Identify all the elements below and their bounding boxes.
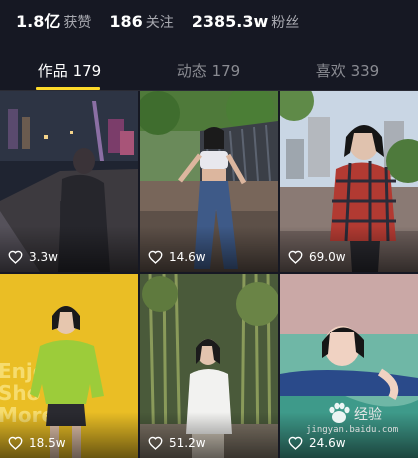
like-count-text: 18.5w bbox=[29, 436, 66, 450]
video-like-count: 3.3w bbox=[8, 250, 58, 264]
like-count-text: 51.2w bbox=[169, 436, 206, 450]
like-count-text: 14.6w bbox=[169, 250, 206, 264]
followers-stat[interactable]: 2385.3w 粉丝 bbox=[192, 12, 300, 32]
video-like-count: 18.5w bbox=[8, 436, 66, 450]
heart-icon bbox=[288, 436, 303, 450]
like-count-text: 24.6w bbox=[309, 436, 346, 450]
video-thumbnail[interactable]: Enjo Sho More 18.5w bbox=[0, 274, 138, 458]
followers-count: 2385.3w bbox=[191, 12, 269, 31]
tab-works[interactable]: 作品 179 bbox=[0, 60, 139, 81]
like-count-text: 69.0w bbox=[309, 250, 346, 264]
thumbnail-shade bbox=[0, 226, 138, 272]
profile-stats: 1.8亿 获赞 186 关注 2385.3w 粉丝 bbox=[16, 8, 317, 32]
like-count-text: 3.3w bbox=[29, 250, 58, 264]
tab-moments[interactable]: 动态 179 bbox=[139, 60, 278, 81]
following-stat[interactable]: 186 关注 bbox=[109, 12, 173, 32]
heart-icon bbox=[148, 436, 163, 450]
tab-liked[interactable]: 喜欢 339 bbox=[278, 60, 417, 81]
video-like-count: 24.6w bbox=[288, 436, 346, 450]
thumbnail-shade bbox=[280, 226, 418, 272]
following-label: 关注 bbox=[145, 15, 174, 31]
video-like-count: 14.6w bbox=[148, 250, 206, 264]
baidu-paw-logo bbox=[329, 402, 350, 423]
watermark-url: jingyan.baidu.com bbox=[306, 425, 399, 435]
video-thumbnail[interactable]: 51.2w bbox=[140, 274, 278, 458]
likes-count: 1.8亿 bbox=[16, 12, 61, 31]
heart-icon bbox=[288, 250, 303, 264]
thumbnail-shade bbox=[0, 412, 138, 458]
heart-icon bbox=[8, 436, 23, 450]
heart-icon bbox=[148, 250, 163, 264]
heart-icon bbox=[8, 250, 23, 264]
following-count: 186 bbox=[109, 12, 143, 31]
video-like-count: 69.0w bbox=[288, 250, 346, 264]
content-tabs: 作品 179 动态 179 喜欢 339 bbox=[0, 54, 418, 90]
video-thumbnail[interactable]: 3.3w bbox=[0, 91, 138, 272]
video-thumbnail[interactable]: 69.0w bbox=[280, 91, 418, 272]
video-thumbnail[interactable]: 14.6w bbox=[140, 91, 278, 272]
thumbnail-shade bbox=[140, 226, 278, 272]
watermark-brand: 经验 bbox=[354, 407, 382, 423]
followers-label: 粉丝 bbox=[271, 15, 300, 31]
thumbnail-shade bbox=[140, 412, 278, 458]
likes-stat[interactable]: 1.8亿 获赞 bbox=[16, 8, 91, 32]
watermark: 经验 jingyan.baidu.com bbox=[300, 398, 418, 438]
likes-label: 获赞 bbox=[63, 15, 92, 31]
video-like-count: 51.2w bbox=[148, 436, 206, 450]
